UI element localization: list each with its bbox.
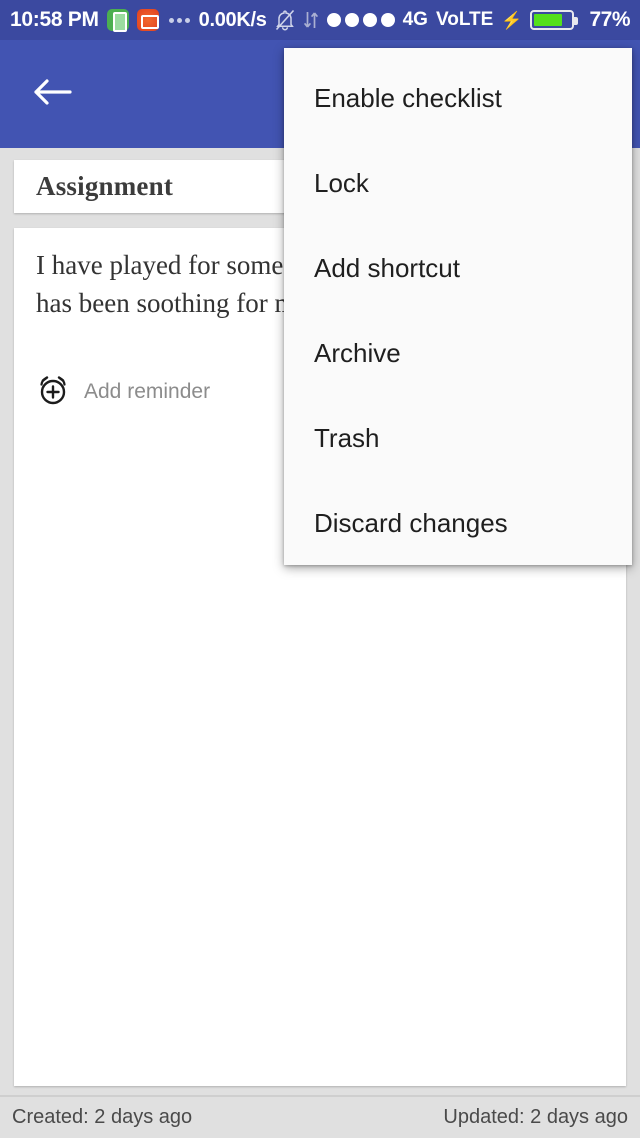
menu-item-label: Lock [314, 168, 369, 198]
silent-mode-icon [275, 9, 295, 31]
menu-item-label: Add shortcut [314, 253, 460, 283]
menu-item-trash[interactable]: Trash [284, 396, 632, 481]
back-arrow-icon [32, 76, 72, 113]
battery-percent-label: 77% [589, 8, 630, 31]
battery-saver-app-icon [106, 9, 129, 32]
updated-label: Updated: 2 days ago [443, 1106, 628, 1128]
status-bar-right: 0.00K/s 4G VoLTE ⚡ 77% [198, 8, 631, 32]
menu-item-enable-checklist[interactable]: Enable checklist [284, 56, 632, 141]
menu-item-label: Trash [314, 423, 380, 453]
back-button[interactable] [18, 60, 86, 128]
alarm-add-icon [36, 373, 70, 412]
screen-recorder-app-icon [136, 9, 159, 31]
menu-item-add-shortcut[interactable]: Add shortcut [284, 226, 632, 311]
net-speed-label: 0.00K/s [198, 8, 267, 31]
status-clock: 10:58 PM [10, 8, 99, 31]
status-bar-left: 10:58 PM [10, 8, 192, 32]
menu-item-label: Discard changes [314, 508, 508, 538]
menu-item-label: Enable checklist [314, 83, 502, 113]
volte-label: VoLTE [435, 9, 494, 30]
battery-icon [530, 10, 579, 30]
data-transfer-icon [303, 10, 319, 30]
note-title-text: Assignment [36, 171, 174, 201]
menu-item-archive[interactable]: Archive [284, 311, 632, 396]
overflow-menu[interactable]: Enable checklist Lock Add shortcut Archi… [284, 48, 632, 565]
created-label: Created: 2 days ago [12, 1106, 193, 1128]
menu-item-lock[interactable]: Lock [284, 141, 632, 226]
signal-strength-icon [326, 13, 395, 27]
note-meta-footer: Created: 2 days ago Updated: 2 days ago [0, 1095, 640, 1138]
add-reminder-label: Add reminder [84, 380, 211, 404]
status-bar: 10:58 PM 0.00K/s 4G VoLTE ⚡ 77% [0, 0, 640, 40]
menu-item-label: Archive [314, 338, 401, 368]
more-notifications-icon [167, 17, 192, 23]
menu-item-discard-changes[interactable]: Discard changes [284, 481, 632, 566]
network-type-label: 4G [402, 9, 428, 30]
charging-bolt-icon: ⚡ [501, 10, 523, 30]
